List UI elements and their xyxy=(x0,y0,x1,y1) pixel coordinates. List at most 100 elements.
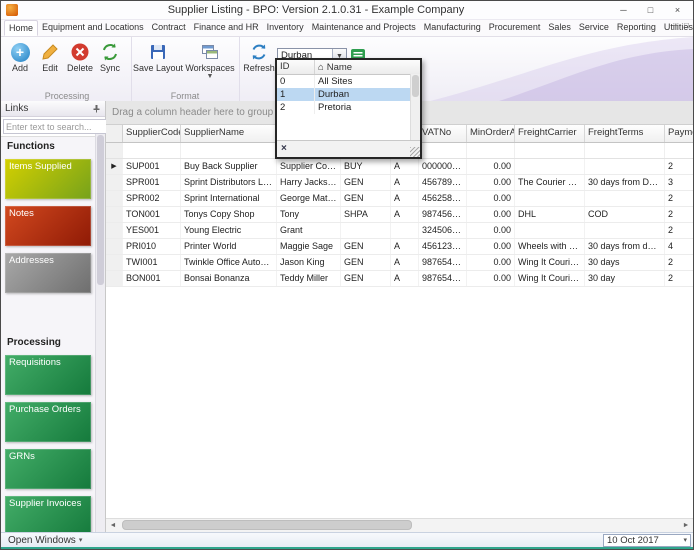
grid-body: ▶ SUP001 Buy Back Supplier Supplier Contact… xyxy=(106,159,693,287)
resize-grip-icon[interactable] xyxy=(410,147,420,157)
titlebar: Supplier Listing - BPO: Version 2.1.0.31… xyxy=(1,1,693,20)
column-header-freightterms[interactable]: FreightTerms xyxy=(585,125,665,142)
mdi-minimize-icon[interactable]: ─ xyxy=(672,21,678,30)
cell: Twinkle Office Automation xyxy=(181,255,277,270)
window-title: Supplier Listing - BPO: Version 2.1.0.31… xyxy=(167,4,465,16)
table-row[interactable]: TWI001Twinkle Office AutomationJason Kin… xyxy=(106,255,693,271)
sidebar-scrollbar[interactable] xyxy=(95,134,105,532)
column-header-paymen[interactable]: Paymen xyxy=(665,125,693,142)
site-option-pretoria[interactable]: 2 Pretoria xyxy=(277,101,411,114)
cell: 456789123 xyxy=(419,175,467,190)
tab-equipment-and-locations[interactable]: Equipment and Locations xyxy=(38,20,148,36)
tile-addresses[interactable]: Addresses xyxy=(5,253,91,293)
chevron-down-icon: ▾ xyxy=(78,537,83,544)
tile-purchase-orders[interactable]: Purchase Orders xyxy=(5,402,91,442)
sync-button[interactable]: Sync xyxy=(95,40,125,74)
save-layout-button[interactable]: Save Layout xyxy=(133,40,183,74)
table-row[interactable]: TON001Tonys Copy ShopTonySHPAA9874561321… xyxy=(106,207,693,223)
site-option-id: 1 xyxy=(277,88,315,101)
tab-procurement[interactable]: Procurement xyxy=(485,20,545,36)
table-row[interactable]: ▶ SUP001 Buy Back Supplier Supplier Contact… xyxy=(106,159,693,175)
date-picker[interactable]: 10 Oct 2017 ▾ xyxy=(603,533,691,547)
tab-home[interactable]: Home xyxy=(4,20,39,36)
edit-button[interactable]: Edit xyxy=(35,40,65,74)
cell: PRI010 xyxy=(123,239,181,254)
scrollbar-thumb[interactable] xyxy=(122,520,412,530)
cell: SPR002 xyxy=(123,191,181,206)
cell: DHL xyxy=(515,207,585,222)
scroll-right-icon[interactable]: ► xyxy=(679,519,693,532)
tile-grns[interactable]: GRNs xyxy=(5,449,91,489)
filter-cell[interactable] xyxy=(419,143,467,158)
column-header-suppliercode[interactable]: SupplierCode xyxy=(123,125,181,142)
cell: George Matthews xyxy=(277,191,341,206)
filter-cell[interactable] xyxy=(515,143,585,158)
tile-items-supplied[interactable]: Items Supplied xyxy=(5,159,91,199)
site-dropdown-column-name[interactable]: ⌂ Name xyxy=(315,60,420,74)
table-row[interactable]: SPR002Sprint InternationalGeorge Matthew… xyxy=(106,191,693,207)
tile-supplier-invoices[interactable]: Supplier Invoices xyxy=(5,496,91,532)
row-indicator-cell xyxy=(106,191,123,206)
row-indicator-cell xyxy=(106,175,123,190)
minimize-button[interactable]: ─ xyxy=(610,1,637,19)
delete-button[interactable]: Delete xyxy=(65,40,95,74)
save-icon xyxy=(147,41,169,63)
sidebar-scrollbar-thumb[interactable] xyxy=(97,135,104,285)
table-row[interactable]: YES001Young ElectricGrant 32450646540.00 2 xyxy=(106,223,693,239)
tab-manufacturing[interactable]: Manufacturing xyxy=(420,20,485,36)
pin-icon[interactable] xyxy=(92,104,101,113)
open-windows-button[interactable]: Open Windows ▾ xyxy=(1,535,89,546)
column-header-vatno[interactable]: VATNo xyxy=(419,125,467,142)
table-row[interactable]: BON001 Bonsai Bonanza Teddy Miller GEN A 9876… xyxy=(106,271,693,287)
scroll-left-icon[interactable]: ◄ xyxy=(106,519,120,532)
links-panel-header: Links xyxy=(1,101,105,117)
workspaces-button[interactable]: Workspaces ▼ xyxy=(183,40,237,81)
tab-maintenance-and-projects[interactable]: Maintenance and Projects xyxy=(308,20,420,36)
links-title: Links xyxy=(5,103,29,114)
tab-service[interactable]: Service xyxy=(575,20,613,36)
column-header-freightcarrier[interactable]: FreightCarrier xyxy=(515,125,585,142)
mdi-restore-icon[interactable]: □ xyxy=(684,21,689,30)
maximize-button[interactable]: □ xyxy=(637,1,664,19)
filter-cell[interactable] xyxy=(585,143,665,158)
site-dropdown-scrollbar[interactable] xyxy=(410,74,420,141)
cell: Sprint International xyxy=(181,191,277,206)
cell: COD xyxy=(585,207,665,222)
cell: GEN xyxy=(341,239,391,254)
site-option-durban[interactable]: 1 Durban xyxy=(277,88,411,101)
workspaces-dropdown-icon: ▼ xyxy=(206,73,214,80)
site-dropdown-scrollbar-thumb[interactable] xyxy=(412,75,419,97)
ribbon-tab-row: Home Equipment and Locations Contract Finan… xyxy=(1,20,693,37)
cell xyxy=(515,159,585,174)
cell: 0.00 xyxy=(467,207,515,222)
table-row[interactable]: PRI010 Printer World Maggie Sage GEN A 456123… xyxy=(106,239,693,255)
filter-cell[interactable] xyxy=(665,143,693,158)
cell xyxy=(341,223,391,238)
filter-cell[interactable] xyxy=(181,143,277,158)
filter-cell[interactable] xyxy=(467,143,515,158)
clear-selection-button[interactable]: × xyxy=(281,142,287,156)
cell: 0.00 xyxy=(467,271,515,286)
table-row[interactable]: SPR001 Sprint Distributors Local Harry Jac… xyxy=(106,175,693,191)
column-header-suppliername[interactable]: SupplierName xyxy=(181,125,277,142)
column-header-minorderamt[interactable]: MinOrderAmt xyxy=(467,125,515,142)
tile-requisitions[interactable]: Requisitions xyxy=(5,355,91,395)
refresh-button[interactable]: Refresh xyxy=(241,40,277,74)
tab-contract[interactable]: Contract xyxy=(148,20,190,36)
tab-sales[interactable]: Sales xyxy=(544,20,575,36)
site-dropdown-column-id[interactable]: ID xyxy=(277,60,315,74)
cell: Buy Back Supplier xyxy=(181,159,277,174)
site-option-all-sites[interactable]: 0 All Sites xyxy=(277,75,411,88)
tab-inventory[interactable]: Inventory xyxy=(263,20,308,36)
status-accent-strip xyxy=(1,547,693,549)
close-button[interactable]: × xyxy=(664,1,691,19)
add-button[interactable]: + Add xyxy=(5,40,35,74)
horizontal-scrollbar[interactable]: ◄ ► xyxy=(106,518,693,532)
scrollbar-track[interactable] xyxy=(120,519,679,532)
tab-finance-and-hr[interactable]: Finance and HR xyxy=(190,20,263,36)
site-dropdown-empty-area xyxy=(277,114,420,140)
tile-notes[interactable]: Notes xyxy=(5,206,91,246)
cell: 4 xyxy=(665,239,693,254)
tab-reporting[interactable]: Reporting xyxy=(613,20,660,36)
filter-cell[interactable] xyxy=(123,143,181,158)
